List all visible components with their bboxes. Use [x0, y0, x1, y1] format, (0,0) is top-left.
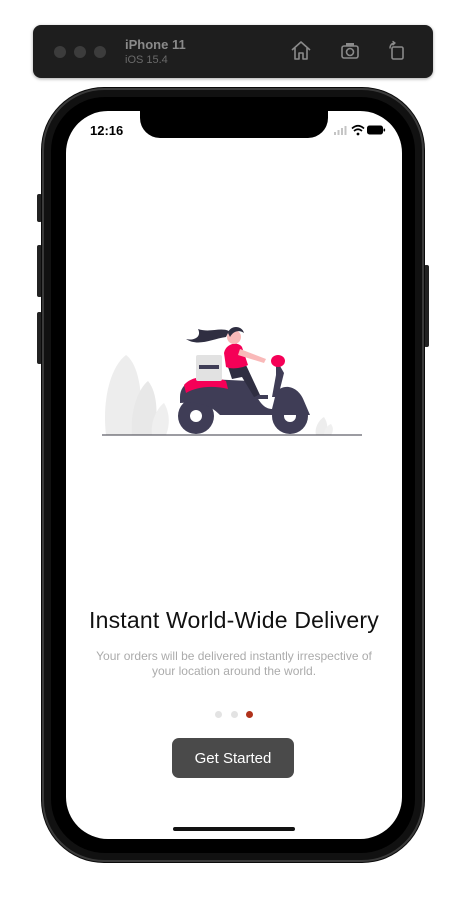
- page-indicator: [215, 711, 255, 719]
- onboarding-subtitle: Your orders will be delivered instantly …: [96, 649, 372, 678]
- home-icon[interactable]: [289, 39, 313, 63]
- device-name: iPhone 11: [125, 37, 186, 52]
- get-started-button[interactable]: Get Started: [172, 738, 294, 778]
- os-version: iOS 15.4: [125, 54, 168, 66]
- page-dot-1[interactable]: [215, 711, 222, 718]
- page-dot-3-active[interactable]: [246, 711, 253, 718]
- phone-screen: 12:16 Instant World-Wide Delivery Your o…: [66, 111, 402, 839]
- simulator-toolbar: iPhone 11 iOS 15.4: [33, 25, 433, 78]
- zoom-window-button[interactable]: [94, 46, 106, 58]
- status-icons: [334, 124, 386, 136]
- screenshot-icon[interactable]: [338, 39, 362, 63]
- onboarding-title: Instant World-Wide Delivery: [88, 607, 379, 633]
- signal-icon: [334, 126, 347, 135]
- rotate-icon[interactable]: [385, 39, 409, 63]
- page-dot-2[interactable]: [231, 711, 238, 718]
- delivery-scooter-illustration: [102, 327, 362, 436]
- battery-icon: [367, 125, 386, 135]
- minimize-window-button[interactable]: [74, 46, 86, 58]
- notch: [140, 111, 328, 138]
- status-time: 12:16: [90, 123, 124, 138]
- wifi-icon: [351, 124, 365, 136]
- close-window-button[interactable]: [54, 46, 66, 58]
- home-indicator[interactable]: [173, 827, 295, 831]
- power-button: [424, 265, 429, 347]
